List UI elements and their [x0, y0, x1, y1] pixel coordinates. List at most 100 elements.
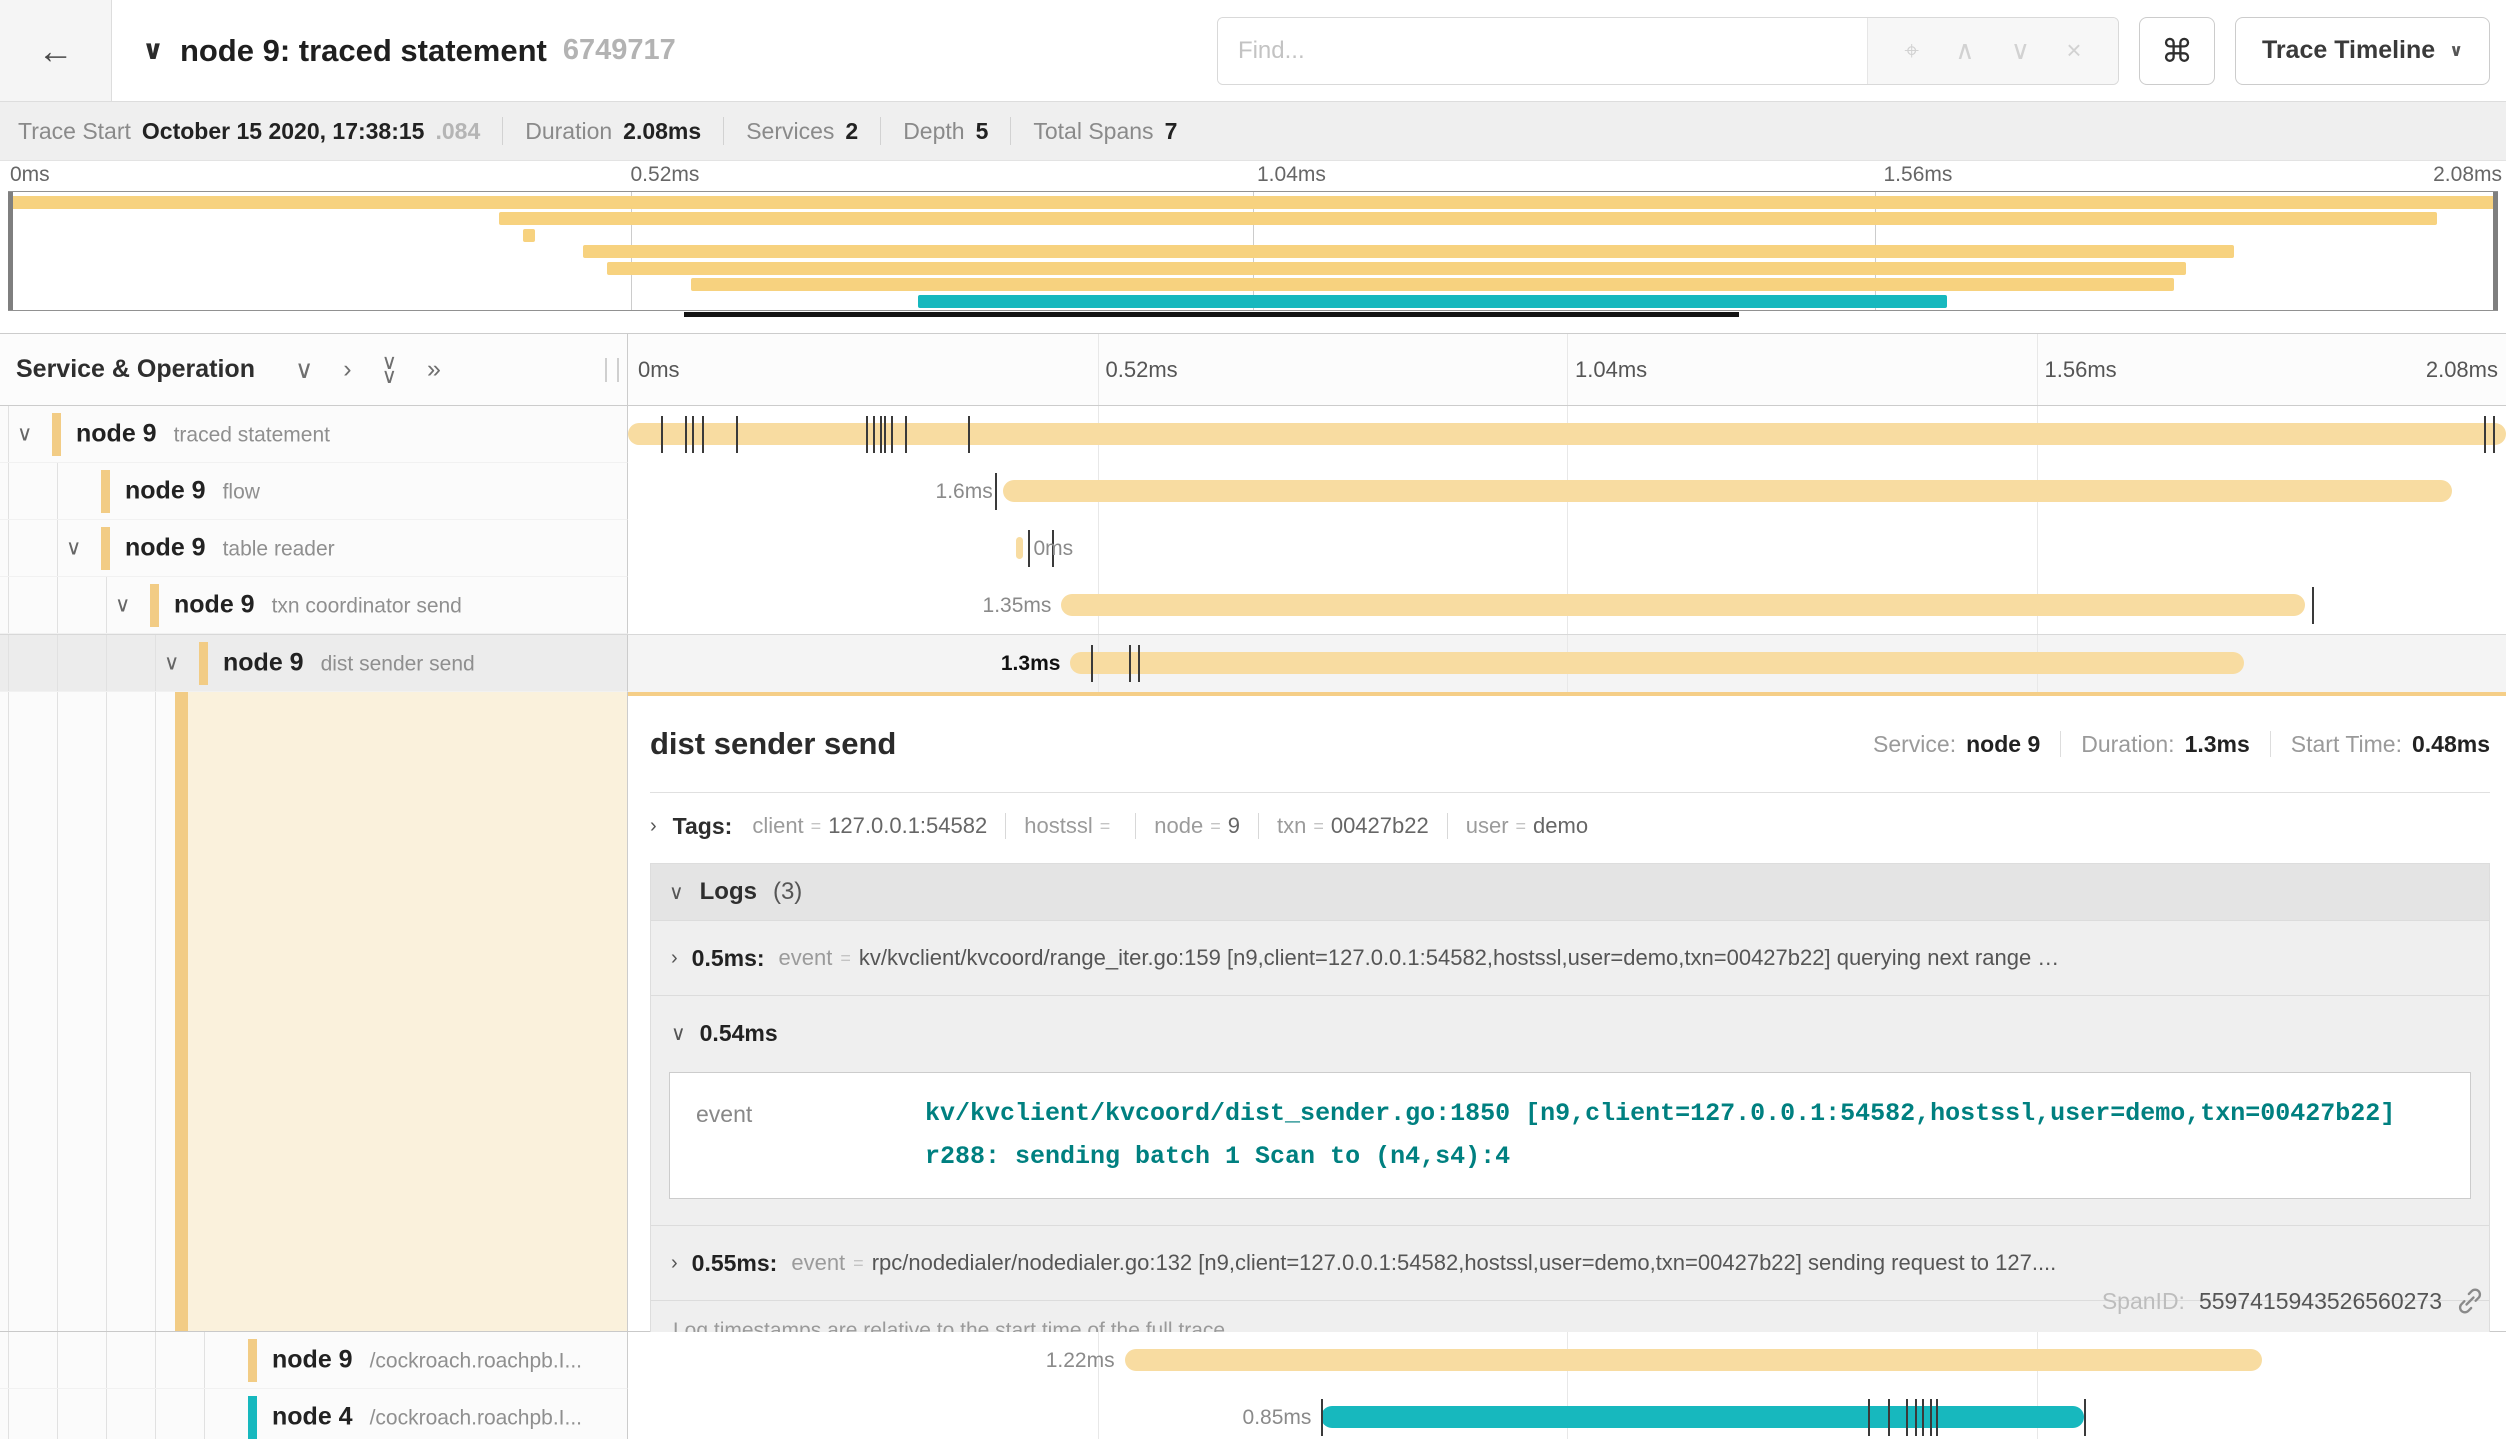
span-timeline-cell[interactable]: 0.85ms [628, 1389, 2506, 1439]
span-timeline-cell[interactable]: 1.22ms [628, 1332, 2506, 1389]
span-expander-icon[interactable]: ∨ [66, 536, 81, 561]
timeline-minimap[interactable]: 0ms0.52ms1.04ms1.56ms2.08ms [0, 161, 2506, 319]
span-expander-icon[interactable]: ∨ [17, 422, 32, 447]
tag-item[interactable]: user=demo [1466, 813, 1588, 839]
tag-value: 00427b22 [1331, 813, 1429, 839]
span-bar[interactable] [1003, 480, 2452, 502]
collapse-one-icon[interactable]: ∨ [295, 355, 313, 385]
span-bar[interactable] [1016, 537, 1023, 559]
expand-all-icon[interactable]: » [427, 355, 441, 384]
chevron-right-icon[interactable]: › [671, 947, 678, 970]
span-timeline-cell[interactable]: 1.6ms [628, 463, 2506, 520]
divider [1258, 813, 1259, 839]
locate-icon[interactable]: ⌖ [1904, 35, 1919, 67]
span-bar[interactable] [1070, 652, 2244, 674]
logs-count: (3) [773, 878, 802, 906]
back-button[interactable]: ← [0, 0, 112, 101]
minimap-tick-label: 1.04ms [1257, 163, 1326, 187]
tag-item[interactable]: hostssl= [1024, 813, 1117, 839]
span-expander-icon[interactable]: ∨ [115, 593, 130, 618]
span-row[interactable]: ∨node 9traced statement [0, 406, 2506, 463]
indent-guide [8, 520, 9, 576]
column-resizer[interactable] [605, 358, 619, 382]
span-tree-cell[interactable]: ∨node 9dist sender send [0, 635, 628, 692]
span-tree-cell[interactable]: ∨node 9txn coordinator send [0, 577, 628, 634]
tag-item[interactable]: txn=00427b22 [1277, 813, 1429, 839]
log-field-key: event [670, 1093, 925, 1178]
find-clear-icon[interactable]: × [2066, 35, 2081, 66]
span-tree-cell[interactable]: ∨node 9traced statement [0, 406, 628, 463]
time-gridline [1098, 334, 1099, 405]
chevron-right-icon[interactable]: › [671, 1252, 678, 1275]
keyboard-shortcuts-button[interactable]: ⌘ [2139, 17, 2215, 85]
tag-item[interactable]: node=9 [1154, 813, 1240, 839]
tag-key: user [1466, 813, 1509, 839]
info-label: Duration [525, 118, 612, 145]
log-entry-header[interactable]: ∨0.54ms [651, 996, 2489, 1070]
span-bar[interactable] [628, 423, 2506, 445]
find-next-icon[interactable]: ∨ [2011, 35, 2030, 66]
find-input[interactable] [1218, 18, 1867, 84]
span-timeline-cell[interactable] [628, 406, 2506, 463]
logs-expander-icon[interactable]: ∨ [669, 880, 684, 905]
span-bar[interactable] [1061, 594, 2304, 616]
minimap-row [9, 212, 2497, 225]
span-row[interactable]: ∨node 9dist sender send1.3ms [0, 634, 2506, 692]
minimap-span-bar [691, 278, 2174, 291]
minimap-canvas[interactable] [8, 191, 2498, 311]
info-value: 7 [1165, 118, 1178, 145]
log-detail-table: eventkv/kvclient/kvcoord/dist_sender.go:… [669, 1072, 2471, 1199]
span-tree-cell[interactable]: ∨node 9table reader [0, 520, 628, 577]
log-marker [1936, 1399, 1938, 1436]
trace-title-wrap[interactable]: ∨ node 9: traced statement 6749717 [112, 33, 676, 69]
chevron-down-icon[interactable]: ∨ [671, 1021, 686, 1046]
span-tree-cell[interactable]: node 4/cockroach.roachpb.I... [0, 1389, 628, 1439]
link-icon[interactable] [2456, 1287, 2484, 1315]
log-marker [2493, 416, 2495, 453]
span-row[interactable]: ∨node 9txn coordinator send1.35ms [0, 577, 2506, 634]
logs-header[interactable]: ∨ Logs (3) [651, 864, 2489, 920]
view-dropdown[interactable]: Trace Timeline ∨ [2235, 17, 2490, 85]
collapse-all-icon[interactable]: ∨∨ [382, 356, 397, 384]
log-marker [891, 416, 893, 453]
span-row[interactable]: node 9/cockroach.roachpb.I...1.22ms [0, 1332, 2506, 1389]
expand-one-icon[interactable]: › [343, 355, 351, 384]
find-box: ⌖ ∧ ∨ × [1217, 17, 2119, 85]
minimap-tick-label: 2.08ms [2433, 163, 2502, 187]
service-operation-header: Service & Operation ∨ › ∨∨ » [0, 334, 628, 405]
log-entry-header[interactable]: ›0.5ms:event=kv/kvclient/kvcoord/range_i… [651, 921, 2489, 995]
span-timeline-cell[interactable]: 1.35ms [628, 577, 2506, 634]
span-row[interactable]: node 4/cockroach.roachpb.I... 0.85ms [0, 1389, 2506, 1439]
minimap-span-bar [607, 262, 2186, 275]
trace-collapse-icon[interactable]: ∨ [142, 35, 164, 66]
span-tree-cell[interactable]: node 9/cockroach.roachpb.I... [0, 1332, 628, 1389]
minimap-right-handle[interactable] [2493, 192, 2498, 310]
log-field-value: rpc/nodedialer/nodedialer.go:132 [n9,cli… [872, 1250, 2057, 1276]
span-row[interactable]: node 9flow1.6ms [0, 463, 2506, 520]
tag-item[interactable]: client=127.0.0.1:54582 [752, 813, 987, 839]
info-label: Depth [903, 118, 964, 145]
service-name: node 4/cockroach.roachpb.I... [272, 1403, 582, 1432]
span-timeline-cell[interactable]: 0ms [628, 520, 2506, 577]
tags-row[interactable]: › Tags: client=127.0.0.1:54582hostssl=no… [650, 793, 2490, 859]
span-tree-cell[interactable]: node 9flow [0, 463, 628, 520]
minimap-left-handle[interactable] [8, 192, 13, 310]
span-bar[interactable] [1125, 1349, 2263, 1371]
chevron-down-icon: ∨ [2449, 41, 2463, 61]
tags-expander-icon[interactable]: › [650, 815, 657, 838]
span-bar[interactable] [1321, 1406, 2084, 1428]
find-prev-icon[interactable]: ∧ [1955, 35, 1974, 66]
divider [1135, 813, 1136, 839]
timeline-scrollbar[interactable] [684, 312, 1739, 317]
indent-guide [8, 577, 9, 633]
view-dropdown-label: Trace Timeline [2262, 36, 2435, 65]
span-row[interactable]: ∨node 9table reader0ms [0, 520, 2506, 577]
log-marker [884, 416, 886, 453]
trace-title: node 9: traced statement [180, 33, 547, 69]
service-color-swatch [101, 470, 110, 513]
operation-name: flow [223, 481, 260, 504]
span-timeline-cell[interactable]: 1.3ms [628, 635, 2506, 692]
minimap-tick-labels: 0ms0.52ms1.04ms1.56ms2.08ms [0, 161, 2506, 191]
log-marker [1868, 1399, 1870, 1436]
span-expander-icon[interactable]: ∨ [164, 651, 179, 676]
